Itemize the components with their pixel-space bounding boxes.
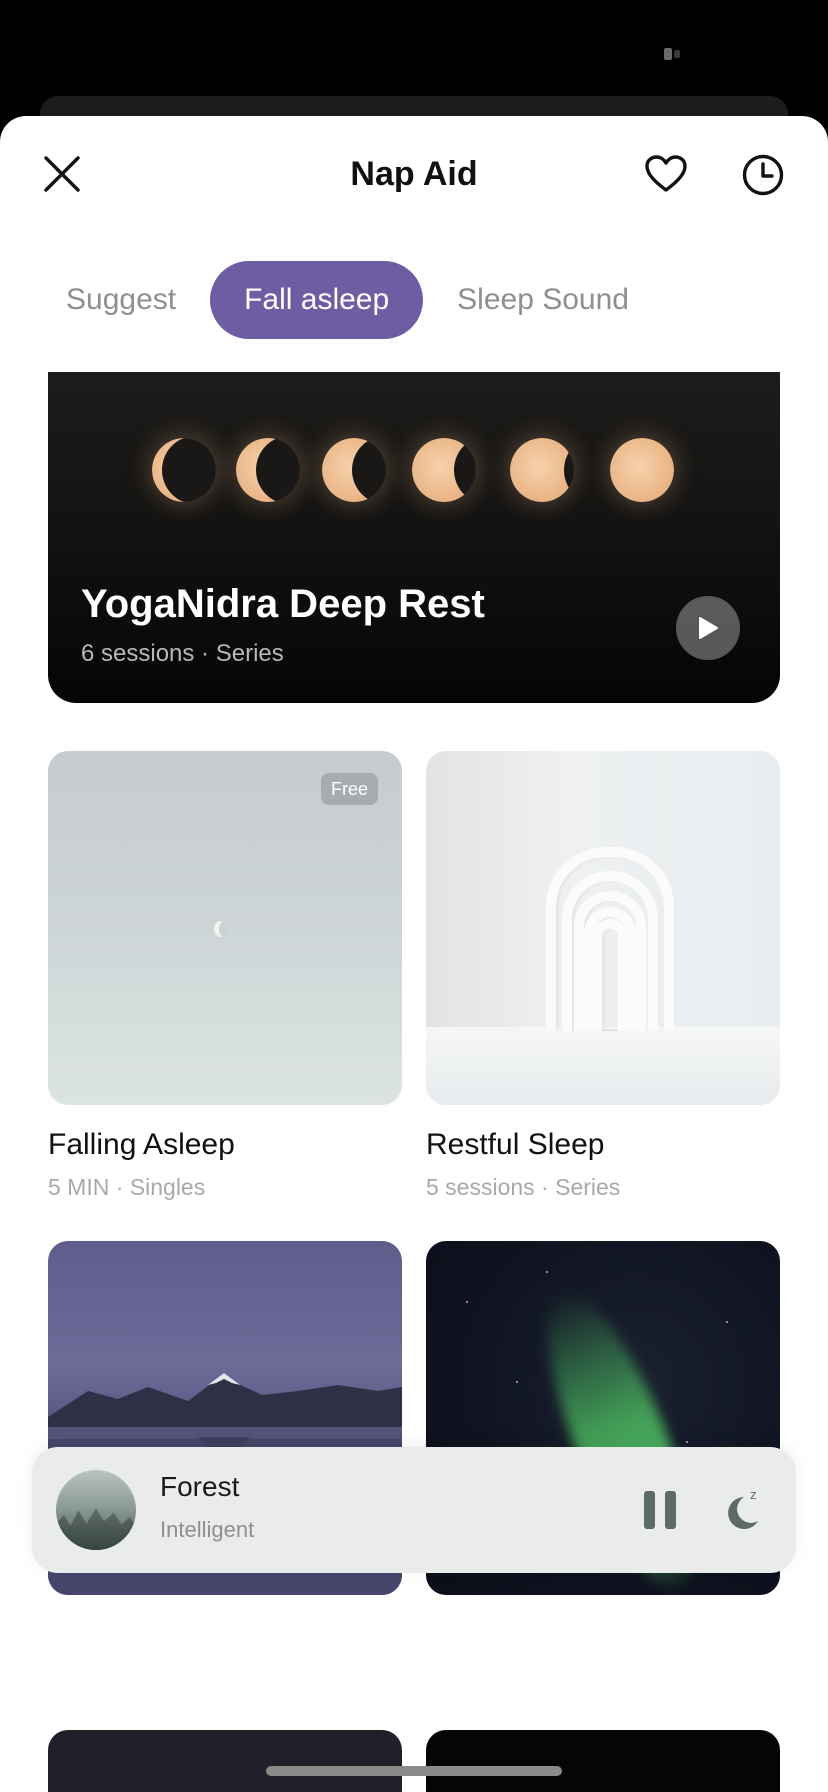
moon-phase-image — [152, 438, 216, 502]
free-badge: Free — [320, 773, 378, 805]
sleep-timer-button[interactable]: z — [720, 1485, 766, 1533]
tab-sleep-sound[interactable]: Sleep Sound — [439, 261, 647, 339]
player-artwork — [56, 1470, 136, 1550]
crescent-moon-image — [214, 921, 228, 937]
player-track-subtitle: Intelligent — [160, 1517, 255, 1542]
moon-phase-image — [510, 438, 574, 502]
pause-icon — [644, 1491, 655, 1529]
tab-fall-asleep[interactable]: Fall asleep — [210, 261, 424, 339]
moon-sleep-icon: z — [728, 1487, 758, 1529]
featured-card[interactable]: YogaNidra Deep Rest 6 sessions · Series — [48, 372, 780, 703]
tab-suggest[interactable]: Suggest — [48, 261, 194, 339]
status-indicator — [664, 48, 690, 60]
moon-phase-image — [412, 438, 476, 502]
heart-icon — [645, 155, 687, 192]
featured-title: YogaNidra Deep Rest — [81, 582, 485, 626]
moon-phase-image — [236, 438, 300, 502]
pause-button[interactable] — [644, 1491, 678, 1529]
moon-phase-image — [610, 438, 674, 502]
play-icon — [699, 617, 718, 639]
svg-text:z: z — [750, 1487, 757, 1502]
session-card-partial[interactable] — [48, 1730, 402, 1792]
home-indicator — [266, 1766, 562, 1776]
history-button[interactable] — [738, 150, 788, 200]
clock-icon — [742, 154, 784, 196]
card-title: Restful Sleep — [426, 1128, 605, 1161]
mini-player[interactable]: Forest Intelligent z — [32, 1447, 796, 1573]
session-card-restful-sleep[interactable] — [426, 751, 780, 1105]
player-track-title: Forest — [160, 1471, 240, 1502]
floor-image — [426, 1027, 780, 1105]
category-tabs: Suggest Fall asleep Sleep Sound — [48, 260, 663, 340]
featured-subtitle: 6 sessions · Series — [81, 640, 284, 667]
favorites-button[interactable] — [642, 150, 690, 198]
archway-image — [592, 919, 628, 1031]
page-title: Nap Aid — [350, 155, 478, 193]
moon-phase-image — [322, 438, 386, 502]
card-subtitle: 5 sessions · Series — [426, 1174, 621, 1200]
play-button[interactable] — [676, 596, 740, 660]
card-title: Falling Asleep — [48, 1128, 235, 1161]
session-card-partial[interactable] — [426, 1730, 780, 1792]
card-subtitle: 5 MIN · Singles — [48, 1174, 206, 1200]
session-card-falling-asleep[interactable]: Free — [48, 751, 402, 1105]
